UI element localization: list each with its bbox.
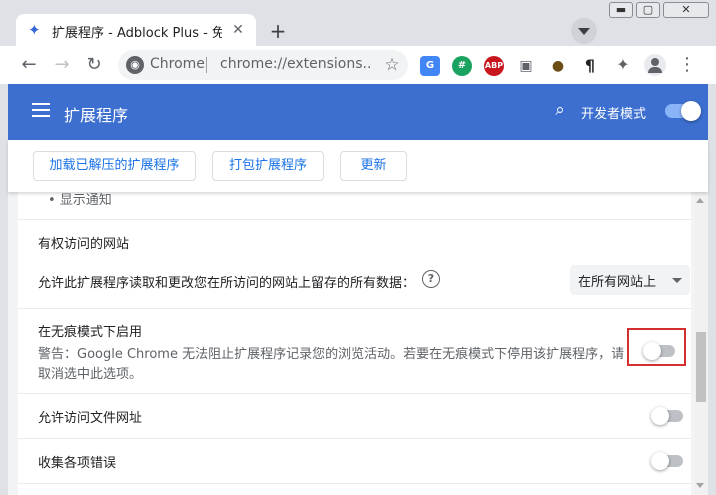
incognito-warning-line-1: 警告：Google Chrome 无法阻止扩展程序记录您的浏览活动。若要在无痕模… — [38, 347, 625, 362]
tab-search-button[interactable] — [571, 18, 597, 44]
incognito-title: 在无痕模式下启用 — [38, 325, 143, 340]
developer-mode-toggle[interactable] — [665, 101, 701, 121]
address-bar[interactable]: ◉ Chrome chrome://extensions... ☆ — [118, 50, 408, 80]
scroll-down-arrow[interactable] — [696, 483, 704, 488]
site-access-title: 有权访问的网站 — [38, 237, 130, 252]
divider — [18, 393, 691, 394]
developer-action-bar: 加载已解压的扩展程序 打包扩展程序 更新 — [8, 140, 708, 192]
adblock-plus-icon[interactable]: ABP — [484, 56, 504, 76]
tab-title: 扩展程序 - Adblock Plus - 免费的 — [52, 26, 222, 40]
collect-errors-toggle[interactable] — [651, 452, 683, 470]
chevron-down-icon — [672, 278, 682, 283]
avatar-body — [648, 67, 662, 73]
scroll-up-arrow[interactable] — [696, 198, 704, 203]
avatar-head — [651, 58, 659, 66]
site-access-description: 允许此扩展程序读取和更改您在所访问的网站上留存的所有数据： — [38, 276, 416, 291]
tab-close-icon[interactable]: ✕ — [228, 20, 248, 40]
browser-toolbar: ← → ↻ ◉ Chrome chrome://extensions... ☆ … — [0, 46, 716, 84]
new-tab-button[interactable]: + — [264, 18, 292, 46]
permission-item: • 显示通知 — [48, 193, 112, 208]
extensions-header: 扩展程序 ⌕ 开发者模式 — [8, 84, 708, 140]
developer-mode-label: 开发者模式 — [581, 107, 647, 122]
site-access-select[interactable]: 在所有网站上 — [570, 265, 690, 295]
forward-button[interactable]: → — [49, 52, 75, 78]
chrome-menu-icon[interactable]: ⋮ — [674, 52, 700, 78]
omnibox-separator — [206, 57, 207, 73]
puzzle-icon: ✦ — [28, 21, 41, 39]
load-unpacked-button[interactable]: 加载已解压的扩展程序 — [33, 151, 196, 181]
omnibox-url[interactable]: chrome://extensions... — [220, 56, 370, 72]
pin-extension-icon[interactable]: # — [452, 56, 472, 76]
divider — [18, 438, 691, 439]
pilcrow-icon[interactable]: ¶ — [580, 56, 600, 76]
divider — [18, 483, 691, 484]
file-urls-title: 允许访问文件网址 — [38, 411, 143, 426]
file-urls-toggle[interactable] — [651, 407, 683, 425]
chrome-icon: ◉ — [126, 56, 144, 74]
back-button[interactable]: ← — [16, 52, 42, 78]
extension-details: • 显示通知 有权访问的网站 允许此扩展程序读取和更改您在所访问的网站上留存的所… — [8, 192, 708, 495]
update-button[interactable]: 更新 — [340, 151, 407, 181]
search-icon[interactable]: ⌕ — [551, 101, 569, 119]
hamburger-menu-icon[interactable] — [32, 103, 50, 117]
divider — [18, 219, 691, 220]
divider — [18, 308, 691, 309]
incognito-warning-line-2: 取消选中此选项。 — [38, 367, 143, 382]
scrollbar-thumb[interactable] — [696, 332, 706, 402]
minimize-button[interactable]: ▬ — [609, 2, 633, 18]
page-title: 扩展程序 — [64, 106, 129, 125]
bookmark-star-icon[interactable]: ☆ — [380, 53, 404, 77]
highlight-box — [627, 328, 686, 366]
profile-avatar-icon[interactable] — [644, 54, 666, 76]
help-icon[interactable]: ? — [422, 270, 440, 288]
active-tab[interactable]: ✦ 扩展程序 - Adblock Plus - 免费的 ✕ — [16, 14, 256, 46]
reload-button[interactable]: ↻ — [81, 52, 107, 78]
google-translate-icon[interactable]: G — [420, 56, 440, 76]
omnibox-site-label: Chrome — [150, 56, 205, 72]
extensions-puzzle-icon[interactable]: ✦ — [610, 52, 636, 78]
pack-extension-button[interactable]: 打包扩展程序 — [212, 151, 324, 181]
close-window-button[interactable]: ✕ — [663, 2, 709, 18]
collect-errors-title: 收集各项错误 — [38, 456, 117, 471]
game-controller-icon[interactable]: ▣ — [516, 56, 536, 76]
site-access-selected: 在所有网站上 — [578, 275, 657, 290]
tab-strip: ✦ 扩展程序 - Adblock Plus - 免费的 ✕ + ▬ ▢ ✕ — [0, 0, 716, 46]
tampermonkey-icon[interactable]: ● — [548, 56, 568, 76]
maximize-button[interactable]: ▢ — [636, 2, 660, 18]
